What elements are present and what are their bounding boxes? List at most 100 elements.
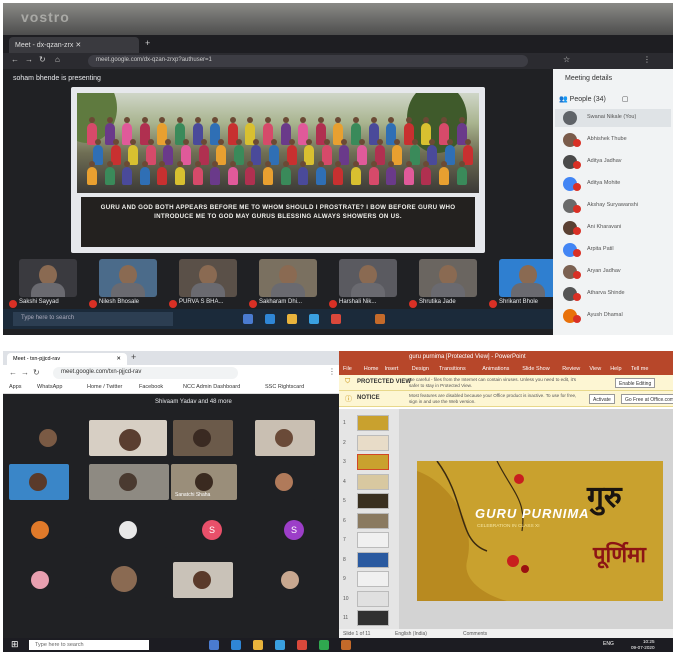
app-icon[interactable] [319, 640, 329, 650]
people-list-item[interactable]: Aditya Mohite [555, 175, 671, 193]
forward-icon[interactable]: → [25, 55, 33, 64]
taskbar-clock[interactable]: 10:25 09-07-2020 [631, 639, 655, 651]
bookmark-ncc[interactable]: NCC Admin Dashboard [183, 384, 240, 390]
bookmark-twitter[interactable]: Home / Twitter [87, 384, 122, 390]
taskbar-search-input[interactable]: Type here to search [13, 312, 173, 326]
grid-tile[interactable]: S [173, 512, 251, 548]
bookmark-facebook[interactable]: Facebook [139, 384, 163, 390]
enable-editing-button[interactable]: Enable Editing [615, 378, 656, 388]
language-indicator[interactable]: ENG [603, 641, 614, 647]
ribbon-tab[interactable]: Insert [385, 366, 399, 372]
chrome-icon[interactable] [297, 640, 307, 650]
grid-tile[interactable] [9, 464, 69, 500]
ribbon-tab[interactable]: View [589, 366, 601, 372]
slide-thumbnail[interactable] [357, 415, 389, 431]
slide-thumbnail[interactable] [357, 590, 389, 607]
film-tile[interactable] [179, 259, 237, 297]
close-icon[interactable]: ✕ [75, 42, 81, 49]
main-slide[interactable]: GURU PURNIMA CELEBRATION IN CLASS XI गुर… [417, 461, 663, 601]
reload-icon[interactable]: ↻ [33, 368, 40, 377]
grid-tile[interactable] [9, 420, 87, 456]
people-list-item[interactable]: Aditya Jadhav [555, 153, 671, 171]
menu-icon[interactable]: ⋮ [328, 367, 336, 376]
back-icon[interactable]: ← [11, 55, 19, 64]
bookmark-apps[interactable]: Apps [9, 384, 22, 390]
film-tile[interactable] [499, 259, 557, 297]
taskview-icon[interactable] [243, 314, 253, 324]
grid-tile[interactable] [89, 562, 167, 598]
grid-tile[interactable] [89, 420, 167, 456]
grid-tile[interactable] [255, 562, 333, 598]
film-tile[interactable] [419, 259, 477, 297]
star-icon[interactable]: ☆ [563, 55, 570, 64]
new-tab-icon[interactable]: + [145, 38, 150, 48]
slide-thumbnail[interactable] [357, 473, 389, 490]
people-list-item[interactable]: Swanai Nikale (You) [555, 109, 671, 127]
slide-thumbnail[interactable] [357, 512, 389, 529]
ribbon-tab[interactable]: File [343, 366, 352, 372]
browser-tab-meet-2[interactable]: Meet - txn-pjjcd-rav ✕ [7, 353, 127, 365]
windows-start-icon[interactable]: ⊞ [11, 639, 19, 650]
chrome-icon[interactable] [331, 314, 341, 324]
people-list-item[interactable]: Abhishek Thube [555, 131, 671, 149]
slide-thumbnail[interactable] [357, 551, 389, 568]
slide-thumbnail[interactable] [357, 610, 389, 626]
people-list-item[interactable]: Ayush Dhamal [555, 307, 671, 325]
ribbon-tab[interactable]: Design [412, 366, 429, 372]
slide-thumbnail[interactable] [357, 532, 389, 548]
grid-tile[interactable] [255, 420, 315, 456]
slide-thumbnail[interactable] [357, 454, 389, 470]
people-list-item[interactable]: Aryan Jadhav [555, 263, 671, 281]
bookmark-ssc[interactable]: SSC Rightscard [265, 384, 304, 390]
grid-tile[interactable] [9, 562, 87, 598]
powerpoint-icon[interactable] [375, 314, 385, 324]
grid-tile[interactable] [89, 512, 167, 548]
film-tile[interactable] [259, 259, 317, 297]
edge-icon[interactable] [231, 640, 241, 650]
office-link-button[interactable]: Go Free at Office.com [621, 394, 673, 404]
status-comments[interactable]: Comments [463, 631, 487, 637]
activate-button[interactable]: Activate [589, 394, 615, 404]
grid-tile[interactable] [9, 512, 87, 548]
forward-icon[interactable]: → [21, 368, 29, 377]
people-list-item[interactable]: Akshay Suryawanshi [555, 197, 671, 215]
people-list-item[interactable]: Arpita Patil [555, 241, 671, 259]
taskview-icon[interactable] [209, 640, 219, 650]
slide-thumbnail[interactable] [357, 493, 389, 509]
bookmark-whatsapp[interactable]: WhatsApp [37, 384, 62, 390]
slide-thumbnail[interactable] [357, 571, 389, 587]
grid-tile[interactable]: Sanatchi Shaha [171, 464, 237, 500]
ribbon-tab[interactable]: Review [562, 366, 580, 372]
ribbon-tab[interactable]: Slide Show [522, 366, 550, 372]
film-tile[interactable] [339, 259, 397, 297]
store-icon[interactable] [309, 314, 319, 324]
back-icon[interactable]: ← [9, 368, 17, 377]
edge-icon[interactable] [265, 314, 275, 324]
ribbon-tab[interactable]: Home [364, 366, 379, 372]
powerpoint-icon[interactable] [341, 640, 351, 650]
people-list-item[interactable]: Ani Kharavani [555, 219, 671, 237]
film-tile[interactable] [99, 259, 157, 297]
people-tab[interactable]: 👥 People (34) ▢ [553, 95, 673, 103]
ribbon-tab[interactable]: Transitions [439, 366, 466, 372]
folder-icon[interactable] [253, 640, 263, 650]
reload-icon[interactable]: ↻ [39, 55, 46, 64]
close-icon[interactable]: ✕ [116, 356, 121, 362]
browser-tab-meet[interactable]: Meet - dx-qzan-zrx ✕ [9, 37, 139, 53]
status-language[interactable]: English (India) [395, 631, 427, 637]
home-icon[interactable]: ⌂ [55, 55, 60, 64]
url-input[interactable]: meet.google.com/dx-qzan-zrxp?authuser=1 [88, 55, 528, 67]
folder-icon[interactable] [287, 314, 297, 324]
chat-icon[interactable]: ▢ [622, 96, 629, 103]
store-icon[interactable] [275, 640, 285, 650]
ribbon-tab[interactable]: Tell me [631, 366, 648, 372]
people-list-item[interactable]: Atharva Shinde [555, 285, 671, 303]
meeting-details-title[interactable]: Meeting details [553, 75, 673, 82]
new-tab-icon[interactable]: + [131, 352, 136, 362]
taskbar-search-input[interactable]: Type here to search [29, 640, 149, 650]
ribbon-tab[interactable]: Animations [482, 366, 509, 372]
film-tile[interactable] [19, 259, 77, 297]
menu-icon[interactable]: ⋮ [643, 55, 651, 64]
url-input[interactable]: meet.google.com/txn-pjjcd-rav [53, 367, 238, 379]
grid-tile[interactable] [89, 464, 169, 500]
